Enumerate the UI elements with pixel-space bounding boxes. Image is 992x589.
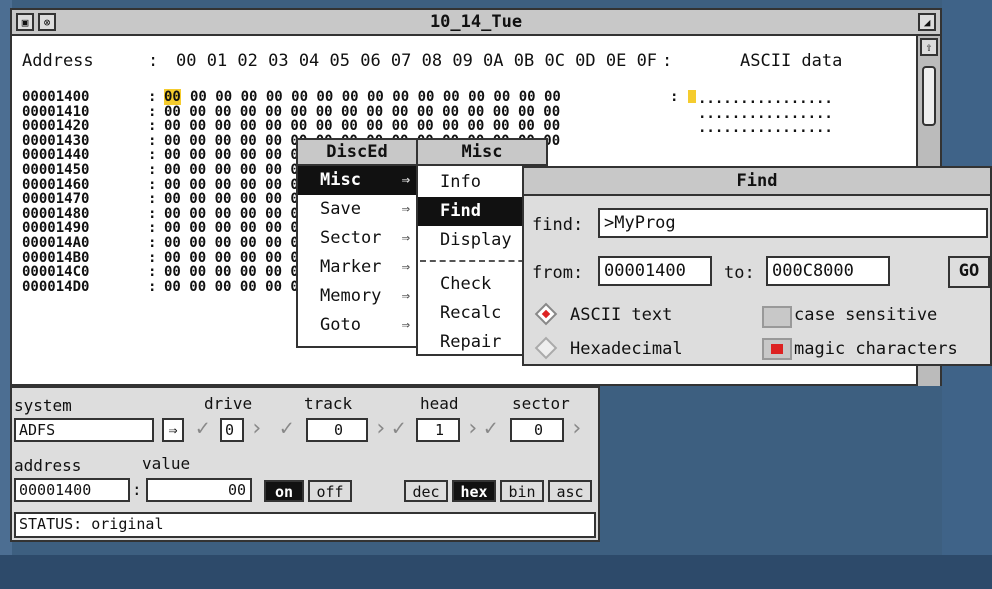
header-colon: : xyxy=(662,51,673,71)
ascii-separator: : xyxy=(670,89,679,105)
find-dialog-title: Find xyxy=(736,171,778,191)
ascii-cursor xyxy=(688,90,696,103)
submenu-arrow-icon: ⇒ xyxy=(401,259,410,275)
magic-characters-label: magic characters xyxy=(794,339,958,359)
from-label: from: xyxy=(532,263,584,283)
off-toggle[interactable]: off xyxy=(308,480,352,502)
header-colon: : xyxy=(148,51,159,71)
disced-menu-title: DiscEd xyxy=(298,140,416,166)
drive-label: drive xyxy=(204,394,253,413)
submenu-arrow-icon: ⇒ xyxy=(401,317,410,333)
submenu-arrow-icon: ⇒ xyxy=(401,201,410,217)
toggle-size-icon[interactable]: ◢ xyxy=(918,13,936,31)
sector-increment-icon[interactable]: › xyxy=(570,418,583,440)
scroll-up-icon[interactable]: ⇧ xyxy=(920,38,938,56)
case-sensitive-label: case sensitive xyxy=(794,305,938,325)
hex-button[interactable]: hex xyxy=(452,480,496,502)
sector-label: sector xyxy=(512,394,570,413)
status-bar: STATUS: original xyxy=(14,512,596,538)
address-colon: : xyxy=(132,480,142,499)
head-decrement-icon[interactable]: ✓ xyxy=(392,418,405,440)
go-button[interactable]: GO xyxy=(948,256,990,288)
menu-item-memory[interactable]: Memory ⇒ xyxy=(298,282,416,311)
track-field[interactable]: 0 xyxy=(306,418,368,442)
track-decrement-icon[interactable]: ✓ xyxy=(280,418,293,440)
dec-button[interactable]: dec xyxy=(404,480,448,502)
submenu-arrow-icon: ⇒ xyxy=(401,288,410,304)
on-toggle[interactable]: on xyxy=(264,480,304,502)
value-field[interactable]: 00 xyxy=(146,478,252,502)
find-label: find: xyxy=(532,215,584,235)
menu-item-goto[interactable]: Goto ⇒ xyxy=(298,311,416,340)
hexadecimal-option[interactable]: Hexadecimal xyxy=(570,336,683,362)
misc-menu-title: Misc xyxy=(418,140,546,166)
address-column: 00001400 00001410 00001420 00001430 0000… xyxy=(22,89,90,295)
case-sensitive-checkbox[interactable] xyxy=(762,306,792,328)
menu-item-marker[interactable]: Marker ⇒ xyxy=(298,253,416,282)
sector-decrement-icon[interactable]: ✓ xyxy=(484,418,497,440)
drive-decrement-icon[interactable]: ✓ xyxy=(196,418,209,440)
ascii-column[interactable]: ................ ................ ......… xyxy=(698,92,833,136)
head-increment-icon[interactable]: › xyxy=(466,418,479,440)
hex-data-row-first[interactable]: 00 00 00 00 00 00 00 00 00 00 00 00 00 0… xyxy=(190,90,561,105)
byte-offset-header: 00 01 02 03 04 05 06 07 08 09 0A 0B 0C 0… xyxy=(176,51,658,71)
find-input[interactable]: >MyProg xyxy=(598,208,988,238)
asc-button[interactable]: asc xyxy=(548,480,592,502)
drive-field[interactable]: 0 xyxy=(220,418,244,442)
value-label: value xyxy=(142,454,191,473)
address-header: Address xyxy=(22,51,94,71)
ascii-data-header: ASCII data xyxy=(740,51,843,71)
address-label: address xyxy=(14,456,82,475)
track-label: track xyxy=(304,394,353,413)
menu-item-save[interactable]: Save ⇒ xyxy=(298,195,416,224)
menu-item-misc[interactable]: Misc ⇒ xyxy=(298,166,416,195)
ascii-text-option[interactable]: ASCII text xyxy=(570,302,672,328)
to-label: to: xyxy=(724,263,755,283)
address-field[interactable]: 00001400 xyxy=(14,478,130,502)
find-dialog: Find find: >MyProg from: 00001400 to: 00… xyxy=(522,166,992,366)
submenu-arrow-icon: ⇒ xyxy=(401,172,410,188)
system-field[interactable]: ADFS xyxy=(14,418,154,442)
system-label: system xyxy=(14,396,72,415)
to-input[interactable]: 000C8000 xyxy=(766,256,890,286)
head-field[interactable]: 1 xyxy=(416,418,460,442)
separator-column: : : : : : : : : : : : : : : xyxy=(148,89,157,295)
title-bar[interactable]: ▣ ⊗ 10_14_Tue ◢ xyxy=(12,10,940,36)
scroll-thumb[interactable] xyxy=(922,66,936,126)
find-title-bar[interactable]: Find xyxy=(524,168,990,196)
radio-unselected-icon[interactable] xyxy=(534,336,558,360)
control-panel: system ADFS ⇒ drive ✓ 0 › track ✓ 0 › he… xyxy=(10,386,600,542)
magic-characters-checkbox[interactable] xyxy=(762,338,792,360)
radio-selected-icon[interactable] xyxy=(534,302,558,326)
system-menu-icon[interactable]: ⇒ xyxy=(162,418,184,442)
drive-increment-icon[interactable]: › xyxy=(250,418,263,440)
from-input[interactable]: 00001400 xyxy=(598,256,712,286)
track-increment-icon[interactable]: › xyxy=(374,418,387,440)
desktop-bottom xyxy=(0,555,992,589)
menu-item-sector[interactable]: Sector ⇒ xyxy=(298,224,416,253)
disced-menu: DiscEd Misc ⇒ Save ⇒ Sector ⇒ Marker ⇒ Memor… xyxy=(296,138,418,348)
head-label: head xyxy=(420,394,459,413)
window-title: 10_14_Tue xyxy=(429,12,523,32)
submenu-arrow-icon: ⇒ xyxy=(401,230,410,246)
bin-button[interactable]: bin xyxy=(500,480,544,502)
sector-field[interactable]: 0 xyxy=(510,418,564,442)
selected-byte[interactable]: 00 xyxy=(164,89,181,105)
